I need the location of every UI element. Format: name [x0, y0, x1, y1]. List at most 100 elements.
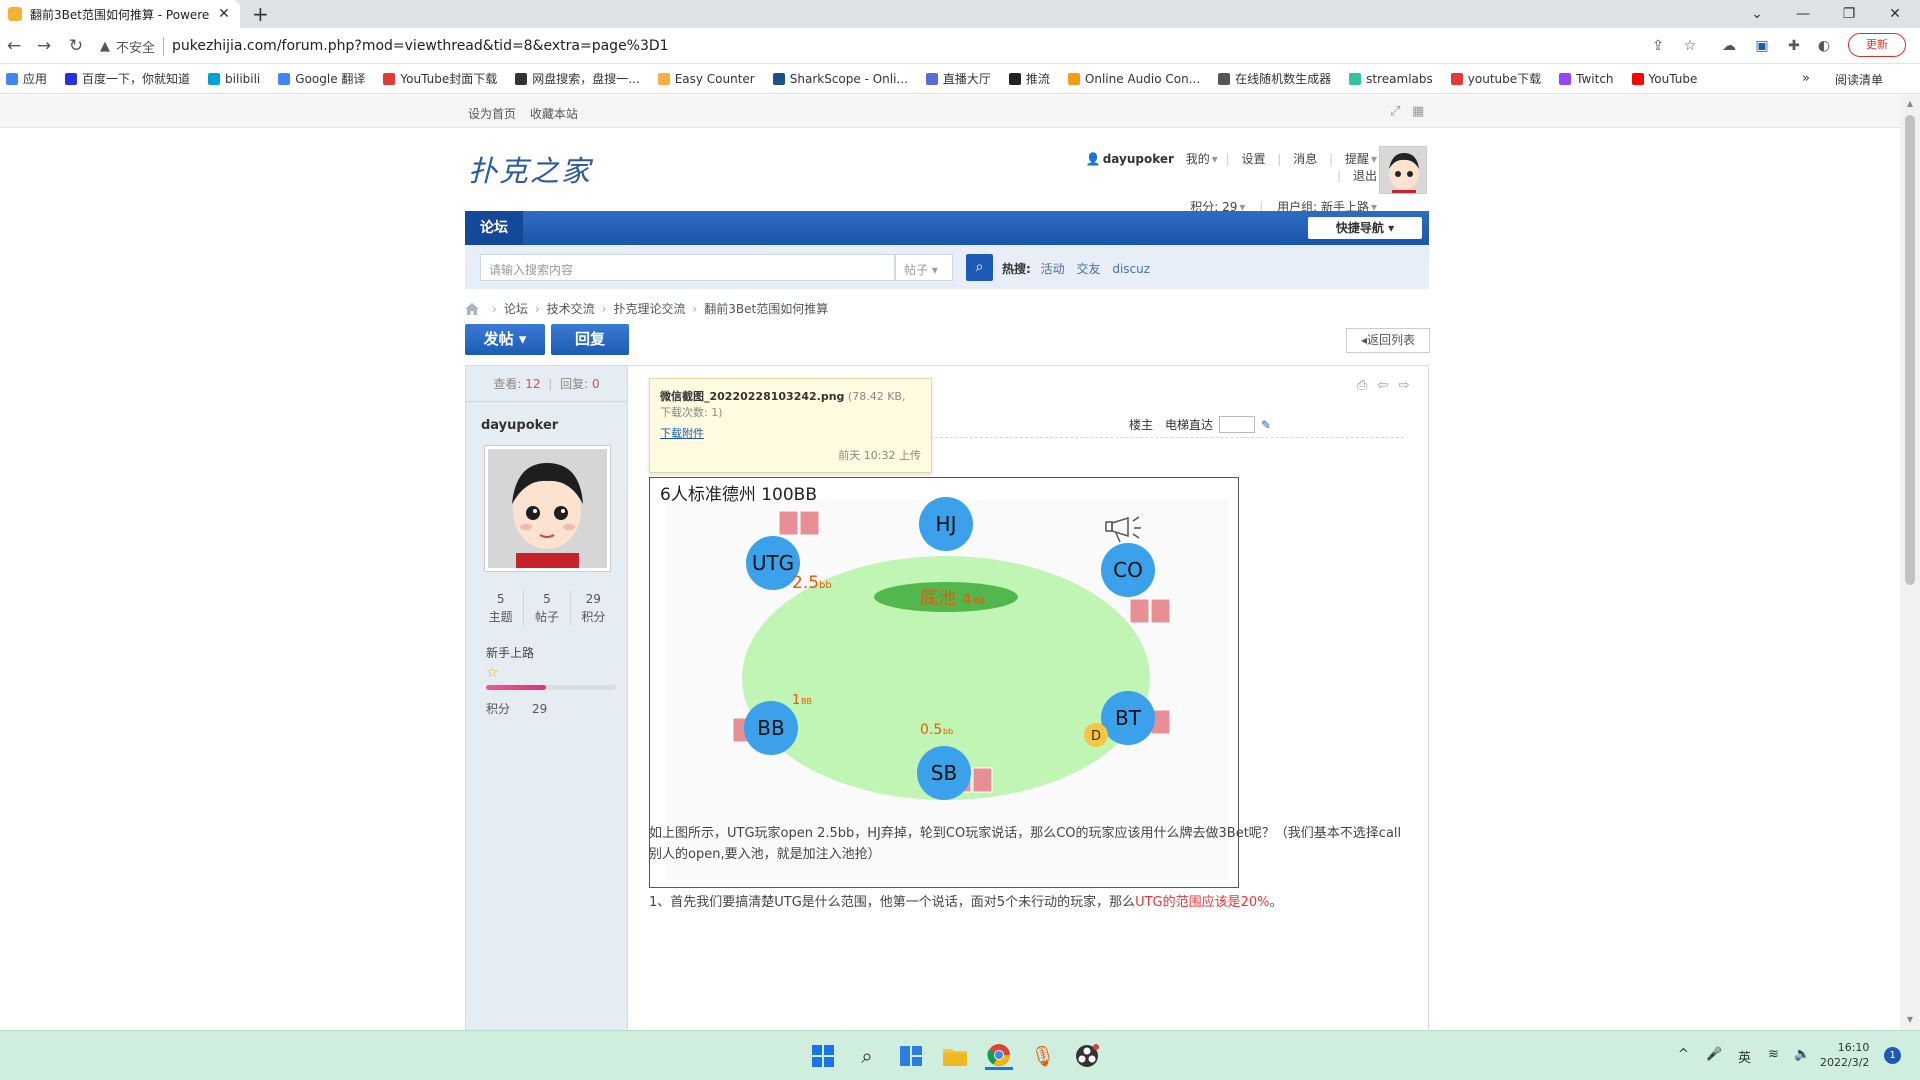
close-window-icon[interactable]: ✕: [1872, 0, 1918, 28]
bookmark-item[interactable]: YouTube封面下载: [383, 70, 497, 87]
windows-start-icon[interactable]: [809, 1042, 837, 1070]
search-button[interactable]: ⌕: [966, 254, 993, 281]
new-extension-icon[interactable]: ▣: [1752, 36, 1772, 56]
floor-jump-input[interactable]: [1219, 416, 1256, 433]
bookmark-item[interactable]: Twitch: [1559, 72, 1614, 86]
volume-icon[interactable]: 🔈: [1794, 1047, 1810, 1062]
new-post-button[interactable]: 发帖 ▾: [465, 324, 545, 355]
bookmark-item[interactable]: 网盘搜索，盘搜一...: [515, 70, 640, 87]
user-avatar[interactable]: [1379, 146, 1427, 194]
bookmark-item[interactable]: 推流: [1008, 70, 1050, 87]
cloud-extension-icon[interactable]: ☁: [1719, 36, 1739, 56]
set-homepage-link[interactable]: 设为首页: [468, 107, 516, 121]
jump-go-icon[interactable]: ✎: [1261, 418, 1271, 432]
quick-nav-button[interactable]: 快捷导航 ▾: [1308, 217, 1422, 239]
points-count[interactable]: 29 积分: [571, 590, 616, 626]
minimize-icon[interactable]: —: [1780, 0, 1826, 28]
widgets-icon[interactable]: [897, 1042, 925, 1070]
bookmark-item[interactable]: Google 翻译: [278, 70, 365, 87]
username-link[interactable]: dayupoker: [1103, 152, 1174, 166]
hot-item[interactable]: discuz: [1112, 262, 1150, 276]
bookmark-item[interactable]: SharkScope - Onli...: [772, 72, 908, 86]
prev-thread-icon[interactable]: ⇦: [1378, 378, 1389, 393]
file-explorer-icon[interactable]: [941, 1042, 969, 1070]
input-language[interactable]: 英: [1738, 1047, 1751, 1066]
topics-count[interactable]: 5 主题: [478, 590, 525, 626]
nav-forum-tab[interactable]: 论坛: [465, 211, 523, 245]
dealer-label: D: [1091, 729, 1101, 744]
points-row: 积分 29: [486, 702, 548, 716]
next-thread-icon[interactable]: ⇨: [1399, 378, 1410, 393]
bookmark-item[interactable]: 在线随机数生成器: [1218, 70, 1331, 87]
search-icon[interactable]: ⌕: [853, 1042, 881, 1070]
scroll-thumb[interactable]: [1905, 115, 1915, 585]
scroll-up-icon[interactable]: ▲: [1900, 99, 1920, 108]
site-logo[interactable]: 扑克之家: [468, 148, 592, 190]
my-menu[interactable]: 我的: [1186, 152, 1210, 166]
bookmark-item[interactable]: 百度一下，你就知道: [65, 70, 190, 87]
chrome-icon[interactable]: [985, 1042, 1013, 1070]
address-bar[interactable]: ▲ 不安全 pukezhijia.com/forum.php?mod=viewt…: [100, 32, 1660, 60]
add-favorite-link[interactable]: 收藏本站: [530, 107, 578, 121]
microphone-app-icon[interactable]: 🎙: [1029, 1042, 1057, 1070]
bookmark-item[interactable]: youtube下载: [1450, 70, 1541, 87]
new-tab-button[interactable]: +: [252, 2, 269, 26]
back-to-list-button[interactable]: ◂返回列表: [1346, 328, 1430, 353]
reload-icon[interactable]: ↻: [64, 34, 88, 58]
download-attachment-link[interactable]: 下载附件: [660, 425, 921, 441]
tray-chevron-icon[interactable]: ^: [1678, 1047, 1689, 1062]
messages-link[interactable]: 消息: [1293, 152, 1317, 166]
image-icon[interactable]: ▦: [1412, 104, 1424, 119]
scroll-down-icon[interactable]: ▼: [1900, 1015, 1920, 1024]
author-avatar[interactable]: [484, 445, 611, 572]
back-icon[interactable]: ←: [2, 34, 26, 58]
obs-app-icon[interactable]: [1073, 1042, 1101, 1070]
reply-button[interactable]: 回复: [551, 324, 629, 355]
bookmark-item[interactable]: bilibili: [208, 72, 260, 86]
restore-icon[interactable]: ❐: [1826, 0, 1872, 28]
posts-count[interactable]: 5 帖子: [524, 590, 571, 626]
hot-item[interactable]: 交友: [1076, 262, 1100, 276]
notification-badge[interactable]: 1: [1884, 1047, 1901, 1064]
home-icon[interactable]: [465, 302, 479, 315]
settings-link[interactable]: 设置: [1242, 152, 1266, 166]
bookmark-label: Easy Counter: [674, 71, 755, 86]
reading-list-button[interactable]: 阅读清单: [1835, 71, 1883, 88]
profile-extension-icon[interactable]: ◐: [1814, 36, 1834, 56]
logout-link[interactable]: 退出: [1353, 169, 1377, 183]
print-icon[interactable]: ⎙: [1357, 378, 1367, 393]
svg-text:bb: bb: [943, 727, 953, 736]
bookmark-star-icon[interactable]: ☆: [1680, 36, 1700, 56]
bookmark-item[interactable]: YouTube: [1631, 72, 1697, 86]
extensions-puzzle-icon[interactable]: ✚: [1784, 36, 1804, 56]
search-type-select[interactable]: 帖子 ▾: [895, 254, 953, 281]
bookmark-item[interactable]: Easy Counter: [657, 71, 755, 86]
page-scrollbar[interactable]: ▲ ▼: [1900, 95, 1920, 1030]
url-text[interactable]: pukezhijia.com/forum.php?mod=viewthread&…: [172, 38, 669, 54]
post-author[interactable]: dayupoker: [481, 418, 627, 433]
breadcrumb-thread[interactable]: 翻前3Bet范围如何推算: [704, 300, 828, 317]
forward-icon[interactable]: →: [32, 34, 56, 58]
bookmark-item[interactable]: 直播大厅: [925, 70, 991, 87]
wifi-icon[interactable]: ≋: [1768, 1047, 1779, 1062]
bookmark-item[interactable]: streamlabs: [1349, 72, 1433, 86]
close-tab-icon[interactable]: ✕: [216, 6, 232, 22]
fullscreen-icon[interactable]: ⤢: [1390, 104, 1400, 119]
breadcrumb-forum[interactable]: 论坛: [504, 300, 528, 317]
breadcrumb-tech[interactable]: 技术交流: [547, 300, 595, 317]
system-clock[interactable]: 16:10 2022/3/2: [1820, 1040, 1869, 1070]
post-paragraph: 1、首先我们要搞清楚UTG是什么范围，他第一个说话，面对5个未行动的玩家，那么U…: [649, 895, 1283, 910]
bookmark-favicon-icon: [657, 72, 670, 85]
tab-search-icon[interactable]: ⌄: [1734, 0, 1780, 28]
bookmark-item[interactable]: Online Audio Con...: [1067, 72, 1200, 86]
hot-item[interactable]: 活动: [1041, 262, 1065, 276]
tray-mic-icon[interactable]: 🎤: [1706, 1047, 1722, 1062]
search-input[interactable]: 请输入搜索内容: [480, 254, 895, 281]
breadcrumb-theory[interactable]: 扑克理论交流: [613, 300, 685, 317]
bookmark-item[interactable]: 应用: [6, 70, 47, 87]
reminders-menu[interactable]: 提醒: [1345, 152, 1369, 166]
bookmarks-more-icon[interactable]: »: [1802, 71, 1810, 86]
browser-tab[interactable]: 翻前3Bet范围如何推算 - Powere ✕: [0, 0, 240, 28]
update-button[interactable]: 更新: [1848, 33, 1906, 57]
share-icon[interactable]: ⇪: [1648, 36, 1668, 56]
